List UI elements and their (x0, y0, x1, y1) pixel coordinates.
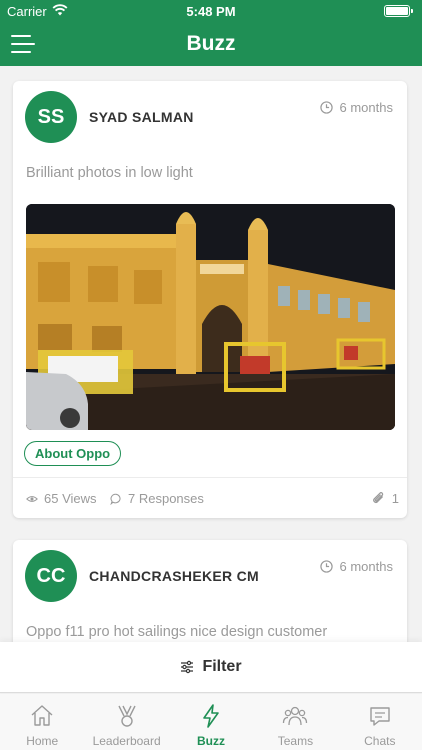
post-text: Oppo f11 pro hot sailings nice design cu… (26, 624, 328, 640)
post-card[interactable]: SS SYAD SALMAN 6 months Brilliant photos… (13, 81, 407, 518)
tag-chip[interactable]: About Oppo (24, 441, 122, 466)
author-name[interactable]: CHANDCRASHEKER CM (89, 568, 259, 584)
home-icon (31, 705, 53, 726)
tab-buzz-label: Buzz (197, 734, 226, 748)
medal-icon (117, 705, 136, 727)
post-card[interactable]: CC CHANDCRASHEKER CM 6 months Oppo f11 p… (13, 540, 407, 642)
post-text: Brilliant photos in low light (26, 165, 193, 181)
filter-label: Filter (202, 658, 242, 675)
tab-teams[interactable]: Teams (253, 694, 337, 750)
comment-icon (110, 493, 121, 505)
battery-icon (384, 5, 413, 17)
page-title: Buzz (186, 32, 236, 55)
responses-stat[interactable]: 7 Responses (110, 491, 204, 506)
lightning-icon (203, 704, 219, 728)
divider (13, 477, 407, 478)
filter-sliders-icon (181, 660, 194, 674)
tab-teams-label: Teams (277, 734, 314, 748)
tab-home-label: Home (26, 734, 59, 748)
team-icon (283, 706, 308, 726)
tab-chats[interactable]: Chats (338, 694, 422, 750)
chat-icon (370, 707, 390, 726)
tab-leaderboard[interactable]: Leaderboard (84, 694, 168, 750)
photo-illustration (26, 204, 395, 430)
clock-icon (319, 560, 333, 573)
tab-chats-label: Chats (364, 734, 396, 748)
responses-label: 7 Responses (128, 491, 204, 506)
status-bar: Carrier 5:48 PM (0, 0, 422, 22)
paperclip-icon (372, 492, 383, 503)
tab-home[interactable]: Home (0, 694, 84, 750)
views-stat: 65 Views (26, 491, 97, 506)
tab-bar: Home Leaderboard Buzz Teams Chats (0, 694, 422, 750)
tab-leaderboard-label: Leaderboard (92, 734, 161, 748)
tab-buzz[interactable]: Buzz (169, 694, 253, 750)
post-photo[interactable] (26, 204, 395, 430)
post-time-label: 6 months (339, 559, 393, 574)
eye-icon (26, 495, 38, 502)
post-time: 6 months (319, 100, 393, 115)
clock-icon (319, 101, 333, 114)
attachments-stat[interactable]: 1 (371, 491, 399, 506)
author-name[interactable]: SYAD SALMAN (89, 109, 194, 125)
avatar[interactable]: CC (25, 550, 77, 602)
attachments-count: 1 (391, 491, 399, 506)
post-time: 6 months (319, 559, 393, 574)
nav-bar: Buzz (0, 22, 422, 66)
views-label: 65 Views (44, 491, 97, 506)
post-time-label: 6 months (339, 100, 393, 115)
buzz-feed[interactable]: SS SYAD SALMAN 6 months Brilliant photos… (0, 66, 422, 642)
status-time: 5:48 PM (186, 4, 236, 19)
avatar[interactable]: SS (25, 91, 77, 143)
filter-button[interactable]: Filter (0, 642, 422, 693)
